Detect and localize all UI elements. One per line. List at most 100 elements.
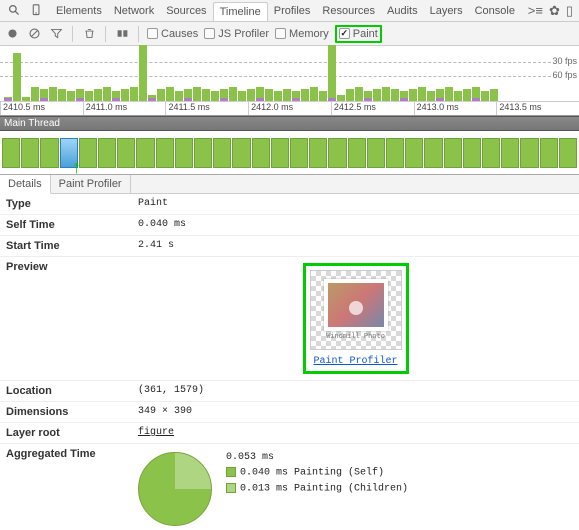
- top-right-icons: >≡ ✿ ▯: [522, 3, 579, 19]
- overview-bar: [274, 91, 282, 101]
- overview-bar: [40, 89, 48, 101]
- overview-bar: [157, 89, 165, 101]
- aggregated-pie: [138, 452, 212, 526]
- timeline-toolbar: Causes JS Profiler Memory Paint: [0, 22, 579, 46]
- overview-bar: [31, 87, 39, 101]
- value-dimensions: 349 × 390: [132, 402, 579, 422]
- main-thread-block[interactable]: [501, 138, 519, 168]
- paint-checkbox[interactable]: Paint: [339, 28, 378, 40]
- tab-timeline[interactable]: Timeline: [213, 2, 268, 21]
- main-thread-block[interactable]: [367, 138, 385, 168]
- tab-profiles[interactable]: Profiles: [268, 2, 317, 20]
- main-thread-block[interactable]: [117, 138, 135, 168]
- overview-bar: [121, 89, 129, 101]
- overview-bar: [247, 89, 255, 101]
- main-thread-block[interactable]: [252, 138, 270, 168]
- main-thread-block[interactable]: [405, 138, 423, 168]
- detail-tab-details[interactable]: Details: [0, 175, 51, 194]
- overview-bar: [391, 89, 399, 101]
- event-details: TypePaint Self Time0.040 ms Start Time2.…: [0, 194, 579, 530]
- main-thread-block[interactable]: [290, 138, 308, 168]
- overview-bar: [463, 89, 471, 101]
- main-thread-block[interactable]: [213, 138, 231, 168]
- dock-icon[interactable]: ▯: [566, 3, 573, 19]
- main-thread-block[interactable]: [482, 138, 500, 168]
- overview-bar: [418, 87, 426, 101]
- value-preview: Windmill Photo Paint Profiler: [132, 257, 579, 380]
- label-location: Location: [0, 381, 132, 401]
- main-thread-block[interactable]: [156, 138, 174, 168]
- view-mode-icon[interactable]: [114, 26, 130, 42]
- layerroot-link[interactable]: figure: [138, 427, 174, 438]
- label-dimensions: Dimensions: [0, 402, 132, 422]
- tab-resources[interactable]: Resources: [316, 2, 381, 20]
- overview-bar: [103, 87, 111, 101]
- overview-bar: [76, 89, 84, 101]
- axis-tick: 2411.5 ms: [165, 102, 248, 115]
- overview-bar: [256, 87, 264, 101]
- aggregated-self: 0.040 ms Painting (Self): [226, 467, 408, 479]
- overview-bar: [283, 89, 291, 101]
- preview-caption: Windmill Photo: [324, 333, 388, 341]
- causes-checkbox[interactable]: Causes: [147, 28, 198, 40]
- main-thread-block[interactable]: [328, 138, 346, 168]
- main-thread-block[interactable]: [40, 138, 58, 168]
- search-icon[interactable]: [6, 3, 22, 19]
- main-thread-block[interactable]: [136, 138, 154, 168]
- main-thread-block[interactable]: [444, 138, 462, 168]
- paint-profiler-link[interactable]: Paint Profiler: [313, 356, 397, 367]
- main-thread-block[interactable]: [271, 138, 289, 168]
- main-thread-block[interactable]: [21, 138, 39, 168]
- overview-bar: [58, 89, 66, 101]
- main-thread-block[interactable]: [309, 138, 327, 168]
- main-thread-block[interactable]: [520, 138, 538, 168]
- overview-bar: [319, 91, 327, 101]
- main-thread-lane[interactable]: ↑: [0, 131, 579, 175]
- memory-checkbox[interactable]: Memory: [275, 28, 329, 40]
- main-thread-block[interactable]: [79, 138, 97, 168]
- main-thread-block[interactable]: [98, 138, 116, 168]
- tab-console[interactable]: Console: [469, 2, 521, 20]
- main-thread-block[interactable]: [194, 138, 212, 168]
- value-location: (361, 1579): [132, 381, 579, 401]
- overview-bar: [184, 89, 192, 101]
- overview-timeline[interactable]: 30 fps 60 fps 2410.5 ms2411.0 ms2411.5 m…: [0, 46, 579, 116]
- axis-tick: 2411.0 ms: [83, 102, 166, 115]
- overview-bar: [220, 89, 228, 101]
- gear-icon[interactable]: ✿: [549, 3, 560, 19]
- overview-bar: [238, 91, 246, 101]
- detail-tab-paint-profiler[interactable]: Paint Profiler: [51, 175, 131, 193]
- main-thread-block[interactable]: [540, 138, 558, 168]
- main-thread-block[interactable]: [175, 138, 193, 168]
- device-icon[interactable]: [28, 3, 44, 19]
- garbage-icon[interactable]: [81, 26, 97, 42]
- main-thread-block[interactable]: [463, 138, 481, 168]
- preview-highlight: Windmill Photo Paint Profiler: [303, 263, 409, 374]
- main-thread-block[interactable]: [232, 138, 250, 168]
- tab-elements[interactable]: Elements: [50, 2, 108, 20]
- main-thread-block[interactable]: [559, 138, 577, 168]
- main-thread-block[interactable]: [348, 138, 366, 168]
- axis-tick: 2412.5 ms: [331, 102, 414, 115]
- tab-layers[interactable]: Layers: [424, 2, 469, 20]
- panel-tabs: ElementsNetworkSourcesTimelineProfilesRe…: [50, 2, 522, 20]
- tab-network[interactable]: Network: [108, 2, 160, 20]
- filter-icon[interactable]: [48, 26, 64, 42]
- devtools-topbar: ElementsNetworkSourcesTimelineProfilesRe…: [0, 0, 579, 22]
- overview-bar: [166, 87, 174, 101]
- time-axis: 2410.5 ms2411.0 ms2411.5 ms2412.0 ms2412…: [0, 101, 579, 115]
- jsprofiler-checkbox[interactable]: JS Profiler: [204, 28, 269, 40]
- main-thread-block[interactable]: [424, 138, 442, 168]
- main-thread-block[interactable]: [2, 138, 20, 168]
- marker-arrow-icon: ↑: [72, 157, 81, 178]
- overview-bar: [382, 87, 390, 101]
- tab-sources[interactable]: Sources: [160, 2, 212, 20]
- detail-tabs: DetailsPaint Profiler: [0, 175, 579, 194]
- overview-bar: [454, 91, 462, 101]
- record-icon[interactable]: [4, 26, 20, 42]
- tab-audits[interactable]: Audits: [381, 2, 424, 20]
- swatch-children: [226, 483, 236, 493]
- main-thread-block[interactable]: [386, 138, 404, 168]
- console-toggle-icon[interactable]: >≡: [528, 3, 543, 18]
- clear-icon[interactable]: [26, 26, 42, 42]
